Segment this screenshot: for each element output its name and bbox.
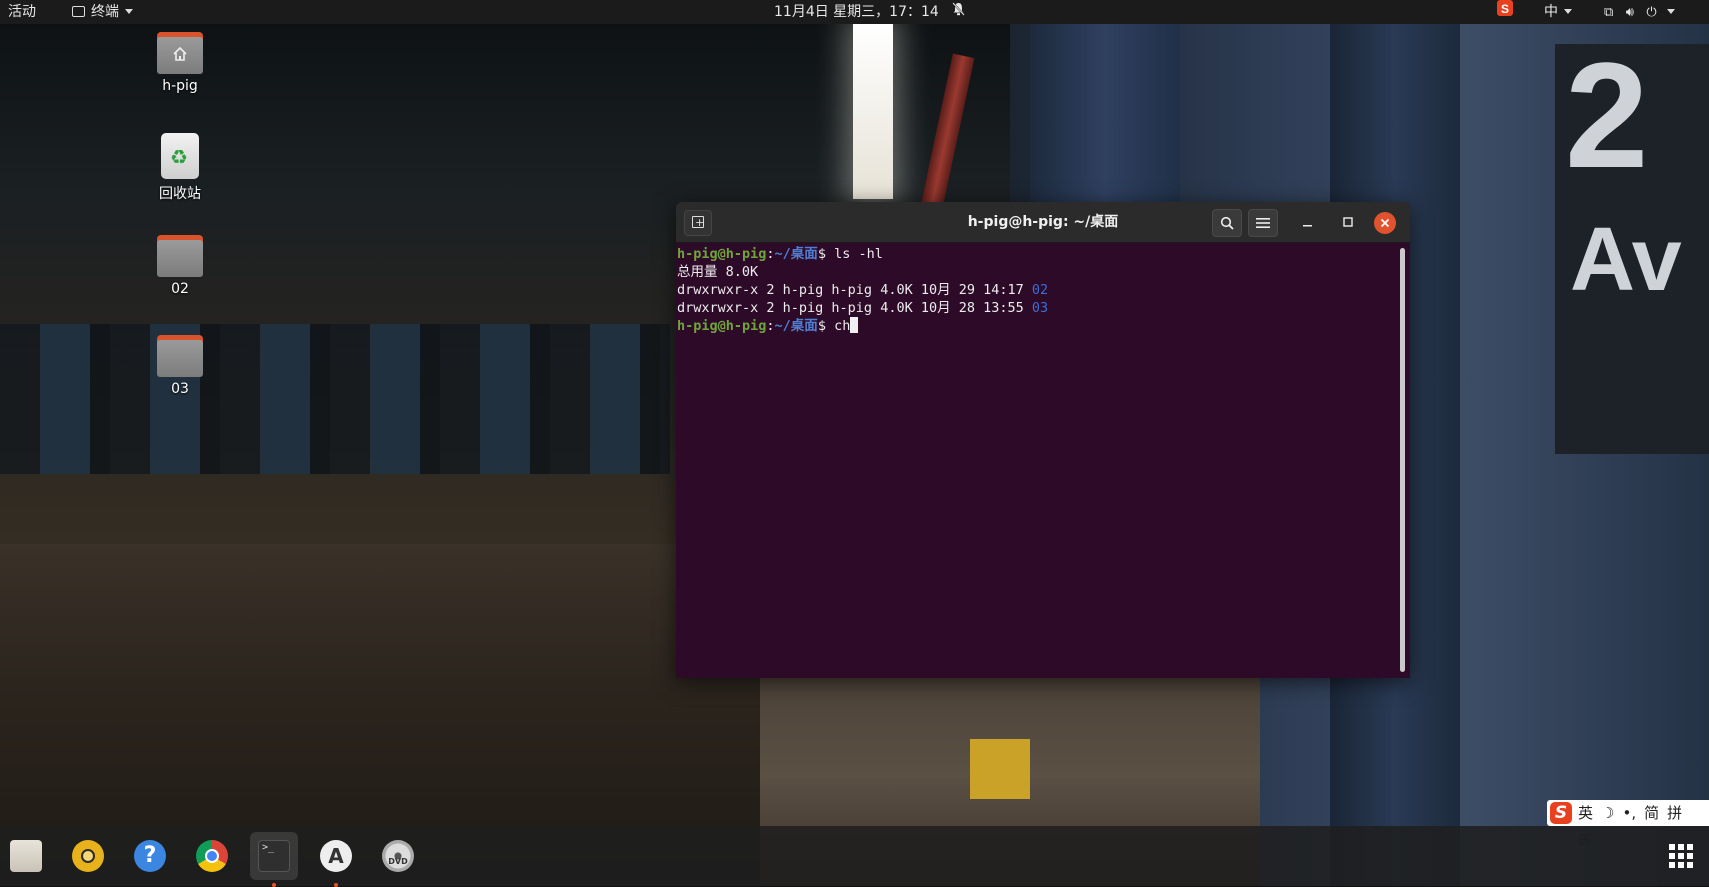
- ime-moon-icon[interactable]: ☽: [1601, 804, 1614, 822]
- running-indicator: [334, 883, 338, 887]
- clock-label: 11月4日 星期三，17：14: [774, 4, 939, 20]
- svg-text:S: S: [1501, 2, 1509, 16]
- terminal-line: drwxrwxr-x 2 h-pig h-pig 4.0K 10月 29 14:…: [677, 281, 1397, 299]
- dock-dvd[interactable]: DVD: [374, 832, 422, 880]
- system-menu[interactable]: ⧉ 🔊︎ ⏻: [1604, 0, 1683, 24]
- ime-toolbar[interactable]: S 英☽•,简拼⊞: [1547, 800, 1709, 848]
- desktop-icon-trash[interactable]: ♻ 回收站: [135, 133, 225, 203]
- prompt-user: h-pig@h-pig: [677, 318, 767, 334]
- network-icon: ⧉: [1604, 5, 1614, 20]
- menu-button[interactable]: [1248, 209, 1278, 237]
- volume-icon: 🔊︎: [1625, 5, 1634, 20]
- terminal-line: h-pig@h-pig:~/桌面$ ch: [677, 317, 1397, 335]
- sogou-icon[interactable]: S: [1497, 0, 1515, 24]
- terminal-line: 总用量 8.0K: [677, 264, 759, 280]
- folder-icon: [157, 335, 203, 377]
- notifications-off-icon: [952, 0, 966, 24]
- dock-rhythmbox[interactable]: [64, 832, 112, 880]
- terminal-icon: >_: [258, 840, 290, 872]
- files-icon: [10, 840, 42, 872]
- wallpaper-sign: 2: [1565, 31, 1649, 199]
- minimize-icon: [1303, 225, 1312, 227]
- input-method-label: 中: [1544, 4, 1558, 20]
- dvd-icon: DVD: [382, 840, 414, 872]
- terminal-icon: [72, 6, 85, 17]
- close-button[interactable]: [1374, 212, 1396, 234]
- prompt-path: ~/桌面: [774, 318, 818, 334]
- close-icon: [1380, 218, 1390, 228]
- app-menu-label: 终端: [91, 4, 119, 20]
- ls-row-name: 02: [1031, 282, 1049, 298]
- terminal-output[interactable]: h-pig@h-pig:~/桌面$ ls -hl 总用量 8.0K drwxrwxr…: [676, 243, 1397, 678]
- terminal-line: h-pig@h-pig:~/桌面$ ls -hl: [677, 245, 1397, 263]
- ime-mode-toggle[interactable]: 英: [1578, 804, 1593, 822]
- home-folder-icon: [157, 32, 203, 74]
- terminal-window: + h-pig@h-pig: ~/桌面 h-pig@h-pig:~/桌面$ ls…: [676, 202, 1410, 678]
- terminal-scrollbar[interactable]: [1400, 248, 1405, 672]
- help-icon: ?: [134, 840, 166, 872]
- dock-help[interactable]: ?: [126, 832, 174, 880]
- dock: ? >_ A DVD: [0, 826, 1709, 887]
- dock-files[interactable]: [2, 832, 50, 880]
- desktop-icon-label: h-pig: [162, 78, 198, 94]
- search-icon: [1220, 216, 1234, 230]
- desktop-icon-label: 02: [171, 281, 189, 297]
- running-indicator: [272, 883, 276, 887]
- desktop-icon-label: 回收站: [159, 186, 201, 202]
- ime-simplified-toggle[interactable]: 简: [1644, 804, 1659, 822]
- terminal-titlebar[interactable]: + h-pig@h-pig: ~/桌面: [676, 202, 1410, 243]
- app-menu[interactable]: 终端: [72, 0, 133, 24]
- command-text: ls -hl: [825, 246, 883, 262]
- ls-row-meta: drwxrwxr-x 2 h-pig h-pig 4.0K 10月 28 13:…: [677, 300, 1032, 316]
- show-applications-button[interactable]: [1669, 844, 1693, 868]
- sogou-logo-icon[interactable]: S: [1550, 802, 1572, 824]
- folder-icon: [157, 235, 203, 277]
- desktop-icon-home[interactable]: h-pig: [135, 32, 225, 94]
- desktop-icon-folder-03[interactable]: 03: [135, 335, 225, 397]
- rhythmbox-icon: [72, 840, 104, 872]
- ls-row-meta: drwxrwxr-x 2 h-pig h-pig 4.0K 10月 29 14:…: [677, 282, 1032, 298]
- clock[interactable]: 11月4日 星期三，17：14: [774, 0, 966, 24]
- prompt-user: h-pig@h-pig: [677, 246, 767, 262]
- search-button[interactable]: [1212, 209, 1242, 237]
- power-icon: ⏻: [1646, 5, 1657, 20]
- prompt-dollar: $: [817, 318, 826, 334]
- chevron-down-icon: [125, 9, 133, 14]
- maximize-icon: [1343, 217, 1353, 227]
- minimize-button[interactable]: [1294, 209, 1322, 235]
- chevron-down-icon: [1667, 9, 1676, 14]
- wallpaper-sign: Av: [1570, 210, 1682, 310]
- trash-icon: ♻: [161, 133, 199, 179]
- dock-software-updater[interactable]: A: [312, 832, 360, 887]
- prompt-separator: :: [766, 318, 775, 334]
- prompt-path: ~/桌面: [774, 246, 818, 262]
- ime-pinyin-toggle[interactable]: 拼: [1667, 804, 1682, 822]
- top-bar: 活动 终端 11月4日 星期三，17：14 S 中 ⧉ 🔊︎ ⏻: [0, 0, 1709, 24]
- desktop-icon-label: 03: [171, 381, 189, 397]
- activities-button[interactable]: 活动: [8, 0, 36, 24]
- terminal-line: drwxrwxr-x 2 h-pig h-pig 4.0K 10月 28 13:…: [677, 299, 1397, 317]
- dvd-label: DVD: [388, 857, 408, 866]
- ls-row-name: 03: [1031, 300, 1049, 316]
- command-input: ch: [825, 318, 851, 334]
- software-updater-icon: A: [320, 840, 352, 872]
- hamburger-icon: [1256, 218, 1270, 228]
- desktop-icon-folder-02[interactable]: 02: [135, 235, 225, 297]
- maximize-button[interactable]: [1334, 209, 1362, 235]
- ime-punct-toggle[interactable]: •,: [1622, 804, 1636, 822]
- prompt-dollar: $: [817, 246, 826, 262]
- prompt-separator: :: [766, 246, 775, 262]
- dock-terminal[interactable]: >_: [250, 832, 298, 887]
- input-method-indicator[interactable]: 中: [1544, 0, 1572, 24]
- chrome-icon: [196, 840, 228, 872]
- dock-chrome[interactable]: [188, 832, 236, 880]
- text-cursor: [850, 317, 859, 333]
- chevron-down-icon: [1564, 9, 1572, 14]
